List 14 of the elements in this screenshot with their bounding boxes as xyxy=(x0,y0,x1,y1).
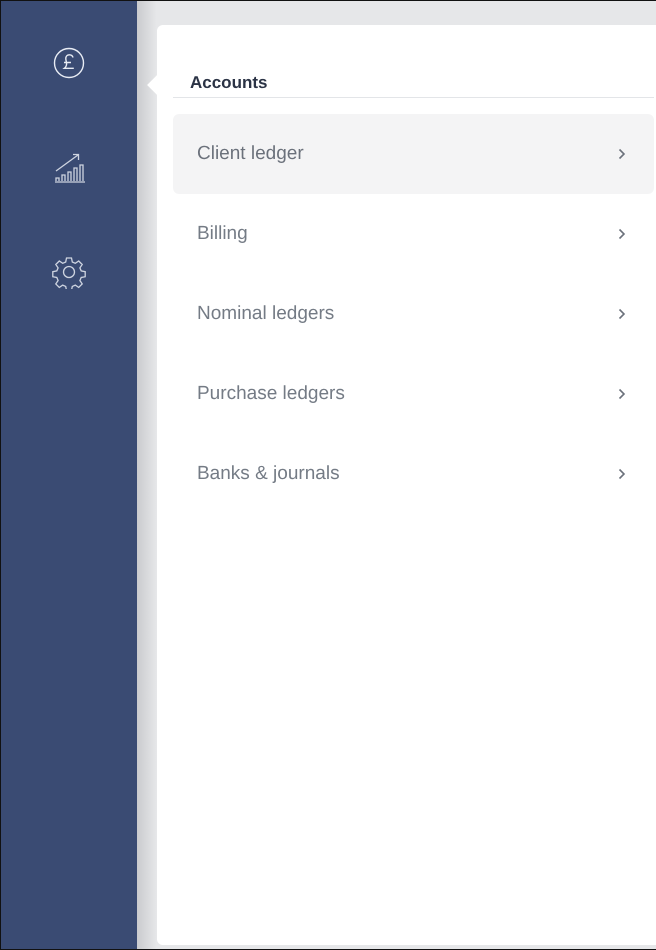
menu-item[interactable]: Nominal ledgers xyxy=(173,274,654,354)
chevron-icon xyxy=(618,388,626,400)
chevron-icon xyxy=(618,308,626,320)
settings-icon xyxy=(52,255,86,289)
chevron-icon xyxy=(618,148,626,160)
menu-item[interactable]: Purchase ledgers xyxy=(173,354,654,434)
chevron-icon xyxy=(618,228,626,240)
pound-icon xyxy=(53,47,85,79)
panel-title: Accounts xyxy=(190,73,268,93)
menu-item[interactable]: Billing xyxy=(173,194,654,274)
growth-chart-icon xyxy=(52,151,86,183)
menu-item[interactable]: Client ledger xyxy=(173,114,654,194)
menu-item[interactable]: Banks & journals xyxy=(173,434,654,514)
chevron-icon xyxy=(618,468,626,480)
